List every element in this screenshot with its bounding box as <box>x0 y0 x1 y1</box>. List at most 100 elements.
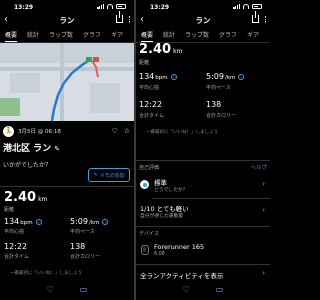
tab-stats[interactable]: 統計 <box>163 30 175 42</box>
like-hint: 一番最初に「いいね！」しましょう <box>146 130 218 135</box>
battery-icon <box>252 4 262 9</box>
device-section-title: デバイス <box>139 231 159 237</box>
divider <box>0 186 134 187</box>
tab-bar: 概要 統計 ラップ数 グラフ ギア <box>136 30 270 42</box>
feel-icon <box>140 180 149 189</box>
activity-datetime: 3月5日 @ 06:18 <box>18 129 61 135</box>
avg-pace-label: 平均ペース <box>206 85 231 91</box>
running-icon: 🏃 <box>3 125 14 137</box>
distance-value: 2.40 km <box>139 42 182 57</box>
add-memo-button[interactable]: ✎ メモの追加 <box>88 168 130 182</box>
header: ‹ ラン <box>136 11 270 28</box>
page-title: ラン <box>195 16 211 25</box>
tab-gear[interactable]: ギア <box>247 30 259 42</box>
star-icon[interactable]: ☆ <box>124 127 130 135</box>
info-icon[interactable]: › <box>238 73 245 80</box>
left-screen: 13:29 ‹ ラン 概要 統計 ラップ数 グラフ ギア 🏃 3月5日 @ 06… <box>0 0 134 300</box>
effort-subtitle: 自分が感じた運動量 <box>140 214 184 219</box>
header-actions <box>251 11 266 23</box>
info-icon[interactable]: › <box>35 218 42 225</box>
distance-number: 2.40 <box>4 190 37 205</box>
status-time: 13:29 <box>14 4 34 11</box>
chevron-right-icon: › <box>262 206 265 214</box>
more-icon[interactable] <box>128 15 130 23</box>
page-title: ラン <box>59 16 75 25</box>
tab-graph[interactable]: グラフ <box>83 30 101 42</box>
activity-meta-row: 🏃 3月5日 @ 06:18 ♡ ☆ <box>3 124 130 138</box>
total-calories-value: 138 <box>206 100 222 109</box>
header: ‹ ラン <box>0 11 134 28</box>
avg-pace-value: 5:09/km › <box>206 72 245 81</box>
avg-pace-number: 5:09 <box>70 217 88 226</box>
add-memo-label: メモの追加 <box>99 172 125 179</box>
wifi-icon <box>243 4 249 9</box>
all-activities-link: 全ランアクティビティを表示 <box>140 272 224 280</box>
chevron-right-icon: › <box>262 180 265 188</box>
signal-icon <box>97 4 104 9</box>
heart-icon[interactable]: ♡ <box>111 127 117 135</box>
activity-title[interactable]: 港北区 ラン ✎ <box>3 141 60 154</box>
status-time: 13:29 <box>150 4 170 11</box>
heart-icon[interactable]: ♡ <box>183 285 190 294</box>
status-bar: 13:29 <box>0 0 134 14</box>
feel-question: いかがでしたか？ <box>3 162 52 169</box>
bottom-actions: ♡ ▭ <box>0 285 134 294</box>
tab-gear[interactable]: ギア <box>111 30 123 42</box>
bottom-actions: ♡ ▭ <box>136 285 270 294</box>
divider <box>152 198 270 199</box>
status-indicators <box>97 4 126 9</box>
route-line <box>50 57 99 121</box>
share-icon[interactable] <box>115 11 123 23</box>
right-screen: 13:29 ‹ ラン 概要 統計 ラップ数 グラフ ギア 2.40 km 距離 1… <box>136 0 270 300</box>
avg-pace-unit: /km <box>88 220 100 226</box>
avg-pace-label: 平均ペース <box>70 229 95 235</box>
distance-value: 2.40 km <box>4 190 47 205</box>
avg-hr-unit: bpm <box>155 75 168 81</box>
help-link[interactable]: ヘルプ <box>250 163 267 171</box>
edit-icon: ✎ <box>93 172 98 178</box>
watch-icon <box>141 245 149 255</box>
distance-number: 2.40 <box>139 42 172 57</box>
comment-icon[interactable]: ▭ <box>80 285 88 294</box>
wifi-icon <box>107 4 113 9</box>
avg-hr-label: 平均心拍 <box>139 85 160 91</box>
divider <box>136 160 270 161</box>
avg-hr-unit: bpm <box>20 220 33 226</box>
avg-hr-number: 134 <box>4 217 20 226</box>
route-map[interactable] <box>0 43 134 121</box>
comment-icon[interactable]: ▭ <box>216 285 224 294</box>
tab-laps[interactable]: ラップ数 <box>185 30 209 42</box>
total-calories-value: 138 <box>70 242 86 251</box>
activity-title-text: 港北区 ラン <box>3 144 52 154</box>
header-actions <box>115 11 130 23</box>
like-hint: 一番最初に「いいね！」しましょう <box>10 271 82 276</box>
distance-label: 距離 <box>139 60 150 66</box>
more-icon[interactable] <box>264 15 266 23</box>
avg-pace-value: 5:09/km › <box>70 217 109 226</box>
avg-pace-unit: /km <box>224 75 236 81</box>
divider <box>136 264 270 265</box>
tab-laps[interactable]: ラップ数 <box>49 30 73 42</box>
status-indicators <box>233 4 262 9</box>
tab-overview[interactable]: 概要 <box>5 30 18 42</box>
self-eval-section-title: 自己評価 <box>139 165 160 171</box>
share-icon[interactable] <box>251 11 259 23</box>
avg-hr-number: 134 <box>139 72 155 81</box>
total-time-value: 12:22 <box>4 242 28 251</box>
total-time-label: 合計タイム <box>4 254 29 260</box>
chevron-right-icon: › <box>262 269 265 277</box>
info-icon[interactable]: › <box>170 73 177 80</box>
distance-label: 距離 <box>4 207 15 213</box>
total-time-label: 合計タイム <box>139 113 164 119</box>
signal-icon <box>233 4 240 9</box>
tab-graph[interactable]: グラフ <box>219 30 237 42</box>
heart-icon[interactable]: ♡ <box>47 285 54 294</box>
avg-hr-label: 平均心拍 <box>4 229 25 235</box>
status-bar: 13:29 <box>136 0 270 14</box>
edit-icon[interactable]: ✎ <box>54 145 60 153</box>
battery-icon <box>116 4 126 9</box>
info-icon[interactable]: › <box>102 218 109 225</box>
tab-stats[interactable]: 統計 <box>27 30 39 42</box>
tab-overview[interactable]: 概要 <box>141 30 154 42</box>
total-calories-label: 合計カロリー <box>206 113 237 119</box>
